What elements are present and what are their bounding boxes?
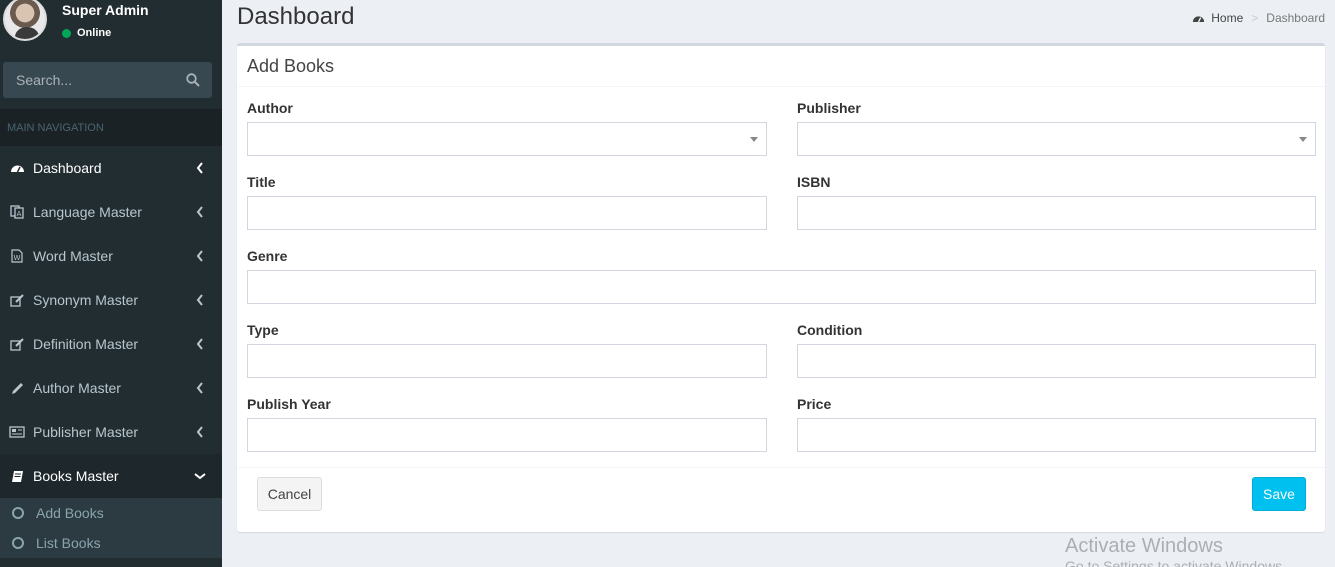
sidebar-item-synonym-master[interactable]: Synonym Master bbox=[0, 278, 222, 322]
price-input[interactable] bbox=[798, 419, 1315, 451]
activate-windows-subtext: Go to Settings to activate Windows. bbox=[1065, 558, 1286, 567]
chevron-left-icon bbox=[196, 294, 203, 306]
breadcrumb: Home > Dashboard bbox=[1192, 11, 1325, 25]
type-input[interactable] bbox=[248, 345, 766, 377]
condition-input[interactable] bbox=[798, 345, 1315, 377]
isbn-input[interactable] bbox=[798, 197, 1315, 229]
circle-icon bbox=[12, 537, 24, 549]
search-input[interactable] bbox=[3, 62, 178, 98]
breadcrumb-current: Dashboard bbox=[1266, 11, 1325, 25]
chevron-left-icon bbox=[196, 426, 203, 438]
breadcrumb-home-label: Home bbox=[1211, 11, 1244, 25]
sidebar-item-word-master[interactable]: W Word Master bbox=[0, 234, 222, 278]
sidebar-item-label: Synonym Master bbox=[33, 292, 139, 308]
title-field[interactable] bbox=[247, 196, 767, 230]
genre-input[interactable] bbox=[248, 271, 1315, 303]
sidebar-item-label: Publisher Master bbox=[33, 424, 139, 440]
genre-field[interactable] bbox=[247, 270, 1316, 304]
edit-icon bbox=[9, 292, 25, 308]
chevron-left-icon bbox=[196, 382, 203, 394]
svg-text:W: W bbox=[14, 254, 21, 262]
breadcrumb-home[interactable]: Home bbox=[1192, 11, 1243, 25]
chevron-down-icon bbox=[194, 473, 206, 480]
author-label: Author bbox=[247, 100, 293, 116]
price-label: Price bbox=[797, 396, 832, 412]
page-title: Dashboard bbox=[237, 3, 355, 30]
sidebar-search bbox=[3, 62, 212, 98]
price-field[interactable] bbox=[797, 418, 1316, 452]
dashboard-icon bbox=[9, 160, 25, 176]
word-file-icon: W bbox=[9, 248, 25, 264]
language-icon: A bbox=[9, 204, 25, 220]
publish-year-field[interactable] bbox=[247, 418, 767, 452]
dashboard-icon bbox=[1193, 15, 1205, 22]
chevron-left-icon bbox=[196, 338, 203, 350]
svg-text:A: A bbox=[17, 210, 22, 218]
title-input[interactable] bbox=[248, 197, 766, 229]
publish-year-input[interactable] bbox=[248, 419, 766, 451]
user-panel: Super Admin Online bbox=[0, 0, 222, 50]
publisher-value[interactable] bbox=[798, 123, 1315, 155]
sidebar-item-language-master[interactable]: A Language Master bbox=[0, 190, 222, 234]
main-content: Dashboard Home > Dashboard Add Books Aut… bbox=[222, 0, 1335, 567]
type-field[interactable] bbox=[247, 344, 767, 378]
sidebar-subitem-label: Add Books bbox=[36, 505, 104, 521]
add-books-form: Add Books Author Publisher Title ISBN Ge… bbox=[237, 43, 1325, 532]
publisher-select[interactable] bbox=[797, 122, 1316, 156]
author-value[interactable] bbox=[248, 123, 766, 155]
sidebar-item-definition-master[interactable]: Definition Master bbox=[0, 322, 222, 366]
sidebar-subitem-list-books[interactable]: List Books bbox=[0, 528, 222, 558]
sidebar-item-dashboard[interactable]: Dashboard bbox=[0, 146, 222, 190]
circle-icon bbox=[12, 507, 24, 519]
sidebar-item-label: Books Master bbox=[33, 468, 119, 484]
form-title: Add Books bbox=[237, 46, 1325, 87]
title-label: Title bbox=[247, 174, 276, 190]
sidebar-item-label: Author Master bbox=[33, 380, 121, 396]
sidebar: Super Admin Online MAIN NAVIGATION Dashb… bbox=[0, 0, 222, 567]
sidebar-item-label: Definition Master bbox=[33, 336, 139, 352]
book-icon bbox=[9, 468, 25, 484]
newspaper-icon bbox=[9, 424, 25, 440]
save-button[interactable]: Save bbox=[1252, 477, 1306, 511]
nav-header: MAIN NAVIGATION bbox=[0, 109, 222, 146]
condition-field[interactable] bbox=[797, 344, 1316, 378]
sidebar-item-label: Word Master bbox=[33, 248, 113, 264]
online-status-icon bbox=[62, 28, 71, 38]
edit-icon bbox=[9, 336, 25, 352]
sidebar-item-author-master[interactable]: Author Master bbox=[0, 366, 222, 410]
sidebar-subitem-label: List Books bbox=[36, 535, 101, 551]
isbn-field[interactable] bbox=[797, 196, 1316, 230]
chevron-left-icon bbox=[196, 162, 203, 174]
chevron-left-icon bbox=[196, 250, 203, 262]
isbn-label: ISBN bbox=[797, 174, 831, 190]
sidebar-subitem-add-books[interactable]: Add Books bbox=[0, 498, 222, 528]
activate-windows-watermark: Activate Windows bbox=[1065, 535, 1223, 557]
sidebar-item-books-master[interactable]: Books Master bbox=[0, 454, 222, 498]
user-status: Online bbox=[62, 27, 111, 39]
search-icon[interactable] bbox=[186, 73, 200, 87]
form-footer-divider bbox=[237, 467, 1325, 468]
avatar[interactable] bbox=[3, 0, 47, 41]
user-status-label: Online bbox=[77, 27, 112, 39]
sidebar-menu: Dashboard A Language Master W Word Maste… bbox=[0, 146, 222, 558]
author-select[interactable] bbox=[247, 122, 767, 156]
user-name: Super Admin bbox=[62, 2, 149, 18]
condition-label: Condition bbox=[797, 322, 863, 338]
genre-label: Genre bbox=[247, 248, 288, 264]
sidebar-item-label: Language Master bbox=[33, 204, 142, 220]
publisher-label: Publisher bbox=[797, 100, 861, 116]
pencil-icon bbox=[9, 380, 25, 396]
sidebar-item-publisher-master[interactable]: Publisher Master bbox=[0, 410, 222, 454]
cancel-button[interactable]: Cancel bbox=[257, 477, 322, 511]
breadcrumb-separator: > bbox=[1251, 11, 1259, 25]
type-label: Type bbox=[247, 322, 279, 338]
books-submenu: Add Books List Books bbox=[0, 498, 222, 558]
chevron-left-icon bbox=[196, 206, 203, 218]
caret-down-icon bbox=[1299, 137, 1307, 142]
caret-down-icon bbox=[750, 137, 758, 142]
publish-year-label: Publish Year bbox=[247, 396, 331, 412]
sidebar-item-label: Dashboard bbox=[33, 160, 102, 176]
